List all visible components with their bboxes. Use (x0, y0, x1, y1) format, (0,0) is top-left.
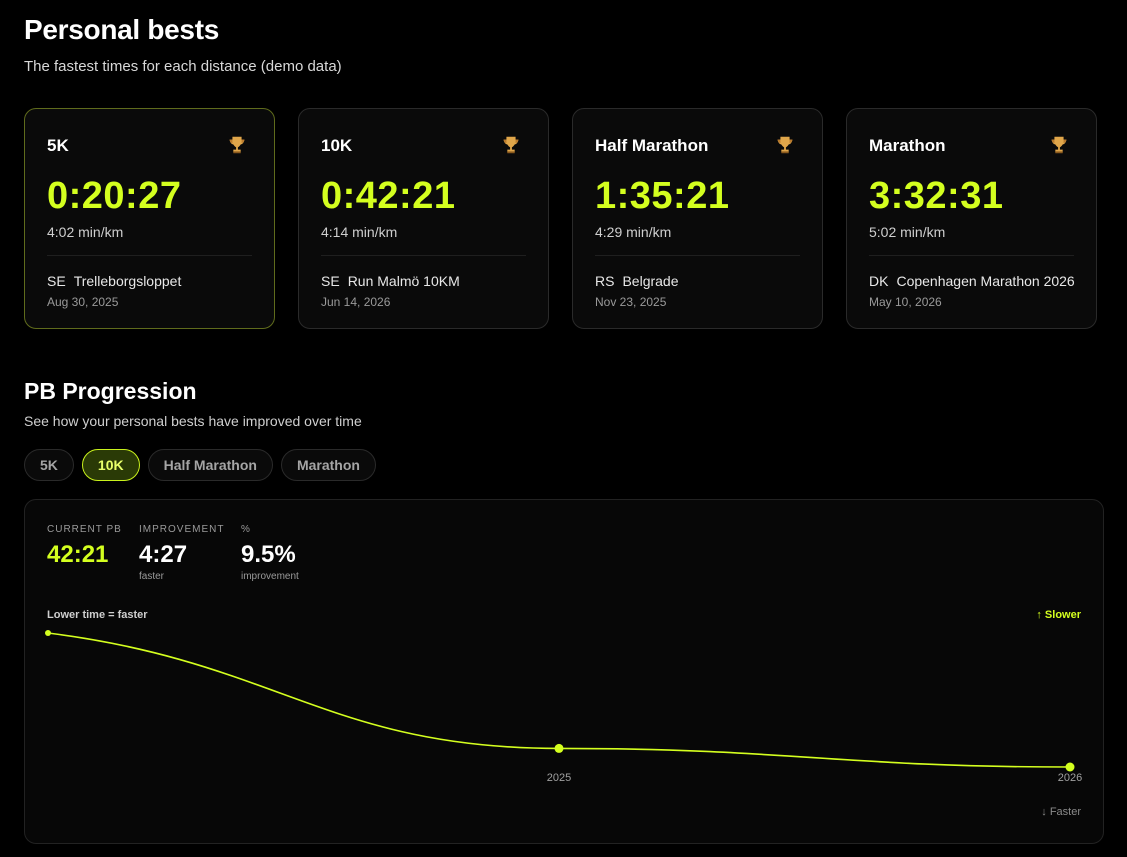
card-time: 1:35:21 (595, 175, 730, 217)
race-name: Belgrade (622, 273, 679, 289)
pb-data-point[interactable] (554, 743, 564, 753)
pb-progression-chart: 2025 2026 (45, 630, 1082, 784)
distance-tabs: 5K 10K Half Marathon Marathon (24, 449, 376, 481)
pb-data-point[interactable] (45, 630, 51, 636)
tab-half-marathon[interactable]: Half Marathon (147, 449, 273, 481)
card-pace: 4:29 min/km (595, 224, 672, 240)
card-race: RS Belgrade (595, 273, 679, 289)
card-race: SE Trelleborgsloppet (47, 273, 181, 289)
card-date: Jun 14, 2026 (321, 295, 391, 309)
progression-panel: CURRENT PB 42:21 IMPROVEMENT 4:27 faster… (24, 499, 1104, 844)
card-distance: 10K (321, 136, 353, 155)
country-code: SE (321, 273, 340, 289)
tab-5k[interactable]: 5K (24, 449, 74, 481)
card-date: Aug 30, 2025 (47, 295, 119, 309)
pb-card-marathon[interactable]: Marathon 3:32:31 5:02 min/km DK Copenhage… (846, 108, 1097, 329)
race-name: Run Malmö 10KM (347, 273, 460, 289)
card-date: May 10, 2026 (869, 295, 942, 309)
pb-data-point[interactable] (1065, 762, 1075, 772)
page-title: Personal bests (24, 14, 219, 45)
card-distance: Marathon (869, 136, 946, 155)
page-subtitle: The fastest times for each distance (dem… (24, 58, 342, 75)
card-divider (321, 255, 526, 256)
trophy-icon (1051, 136, 1067, 154)
trophy-icon (503, 136, 519, 154)
card-date: Nov 23, 2025 (595, 295, 667, 309)
card-divider (595, 255, 800, 256)
card-time: 3:32:31 (869, 175, 1004, 217)
card-divider (47, 255, 252, 256)
race-name: Trelleborgsloppet (73, 273, 182, 289)
card-pace: 4:02 min/km (47, 224, 124, 240)
card-race: SE Run Malmö 10KM (321, 273, 460, 289)
trophy-icon (777, 136, 793, 154)
progression-subtitle: See how your personal bests have improve… (24, 413, 362, 429)
x-tick-label: 2026 (1058, 772, 1082, 784)
pb-cards: 5K 0:20:27 4:02 min/km SE Trelleborgslopp… (24, 108, 1097, 329)
card-distance: Half Marathon (595, 136, 709, 155)
card-pace: 4:14 min/km (321, 224, 398, 240)
country-code: SE (47, 273, 66, 289)
card-time: 0:20:27 (47, 175, 182, 217)
card-race: DK Copenhagen Marathon 2026 (869, 273, 1075, 289)
card-divider (869, 255, 1074, 256)
pb-card-10k[interactable]: 10K 0:42:21 4:14 min/km SE Run Malmö 10KM… (298, 108, 549, 329)
race-name: Copenhagen Marathon 2026 (896, 273, 1075, 289)
country-code: RS (595, 273, 615, 289)
pb-card-half-marathon[interactable]: Half Marathon 1:35:21 4:29 min/km RS Belg… (572, 108, 823, 329)
card-pace: 5:02 min/km (869, 224, 946, 240)
tab-10k[interactable]: 10K (81, 449, 140, 481)
x-tick-label: 2025 (547, 772, 571, 784)
country-code: DK (869, 273, 889, 289)
pb-card-5k[interactable]: 5K 0:20:27 4:02 min/km SE Trelleborgslopp… (24, 108, 275, 329)
tab-marathon[interactable]: Marathon (280, 449, 376, 481)
card-distance: 5K (47, 136, 69, 155)
trophy-icon (229, 136, 245, 154)
card-time: 0:42:21 (321, 175, 456, 217)
progression-title: PB Progression (24, 378, 197, 404)
